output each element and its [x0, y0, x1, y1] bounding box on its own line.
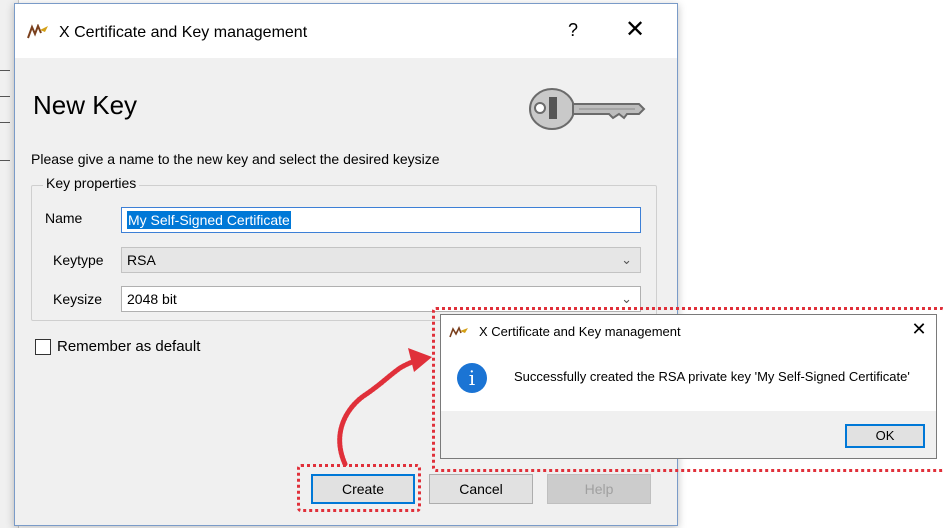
create-button-highlight	[297, 464, 421, 512]
message-box-highlight	[432, 307, 943, 472]
